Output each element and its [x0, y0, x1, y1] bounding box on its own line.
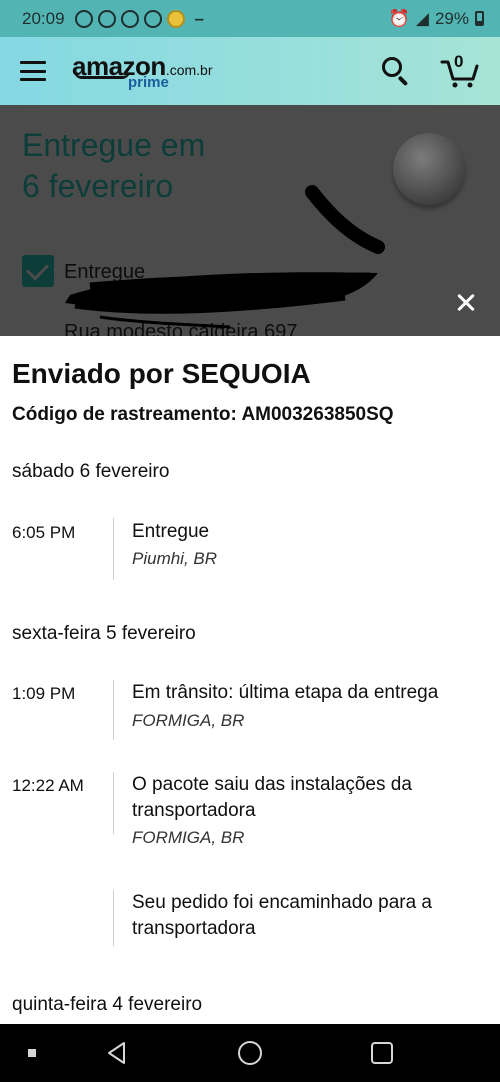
tracking-code: Código de rastreamento: AM003263850SQ	[12, 404, 394, 425]
event-description: Seu pedido foi encaminhado para a transp…	[132, 892, 433, 939]
event-description: O pacote saiu das instalações da transpo…	[132, 774, 412, 821]
whatsapp-icon	[74, 9, 93, 28]
timeline-divider	[113, 680, 114, 740]
notification-icon	[143, 9, 162, 28]
nav-indicator-icon	[28, 1049, 36, 1057]
cart-button[interactable]: 0	[440, 52, 480, 90]
cart-count: 0	[454, 52, 464, 71]
logo-prime: prime	[128, 73, 169, 91]
system-nav-bar	[0, 1024, 500, 1082]
alarm-icon: ⏰	[388, 8, 410, 28]
day-header: quinta-feira 4 fevereiro	[12, 994, 203, 1015]
event-location: FORMIGA, BR	[132, 828, 245, 847]
status-right: ⏰ ◢ 29%	[389, 9, 484, 29]
back-icon[interactable]	[104, 1040, 130, 1066]
logo-smile-icon	[74, 71, 130, 79]
search-icon[interactable]	[380, 55, 412, 87]
status-bar: 20:09 – ⏰ ◢ 29%	[0, 0, 500, 37]
event-time: 12:22 AM	[12, 776, 84, 795]
menu-icon[interactable]	[20, 61, 46, 81]
battery-icon	[475, 11, 484, 26]
timeline-divider	[113, 890, 114, 946]
event-description: Em trânsito: última etapa da entrega	[132, 682, 439, 703]
app-header: amazon.com.br prime 0	[0, 37, 500, 105]
sheet-title: Enviado por SEQUOIA	[12, 358, 311, 389]
day-header: sexta-feira 5 fevereiro	[12, 623, 196, 644]
notification-icons	[74, 9, 185, 28]
notification-icon	[97, 9, 116, 28]
background-order-page: Entregue em 6 fevereiro Entregue Rua mod…	[0, 105, 500, 336]
redaction-scribble	[65, 185, 385, 329]
status-time: 20:09	[22, 8, 65, 28]
day-header: sábado 6 fevereiro	[12, 461, 170, 482]
event-description: Entregue	[132, 521, 210, 542]
event-time: 1:09 PM	[12, 684, 76, 703]
event-location: FORMIGA, BR	[132, 711, 245, 730]
signal-icon: ◢	[415, 8, 429, 28]
tracking-sheet: Enviado por SEQUOIA Código de rastreamen…	[0, 336, 500, 1024]
timeline-divider	[113, 772, 114, 834]
notification-icon	[120, 9, 139, 28]
status-dash: –	[194, 8, 205, 28]
event-location: Piumhi, BR	[132, 549, 218, 568]
home-icon[interactable]	[238, 1041, 262, 1065]
recent-apps-icon[interactable]	[371, 1042, 393, 1064]
app-notification-icon	[166, 9, 185, 28]
battery-percent: 29%	[434, 8, 469, 28]
amazon-logo[interactable]: amazon.com.br prime	[72, 53, 213, 90]
timeline-divider	[113, 518, 114, 580]
close-icon[interactable]	[451, 288, 481, 318]
event-time: 6:05 PM	[12, 523, 76, 542]
